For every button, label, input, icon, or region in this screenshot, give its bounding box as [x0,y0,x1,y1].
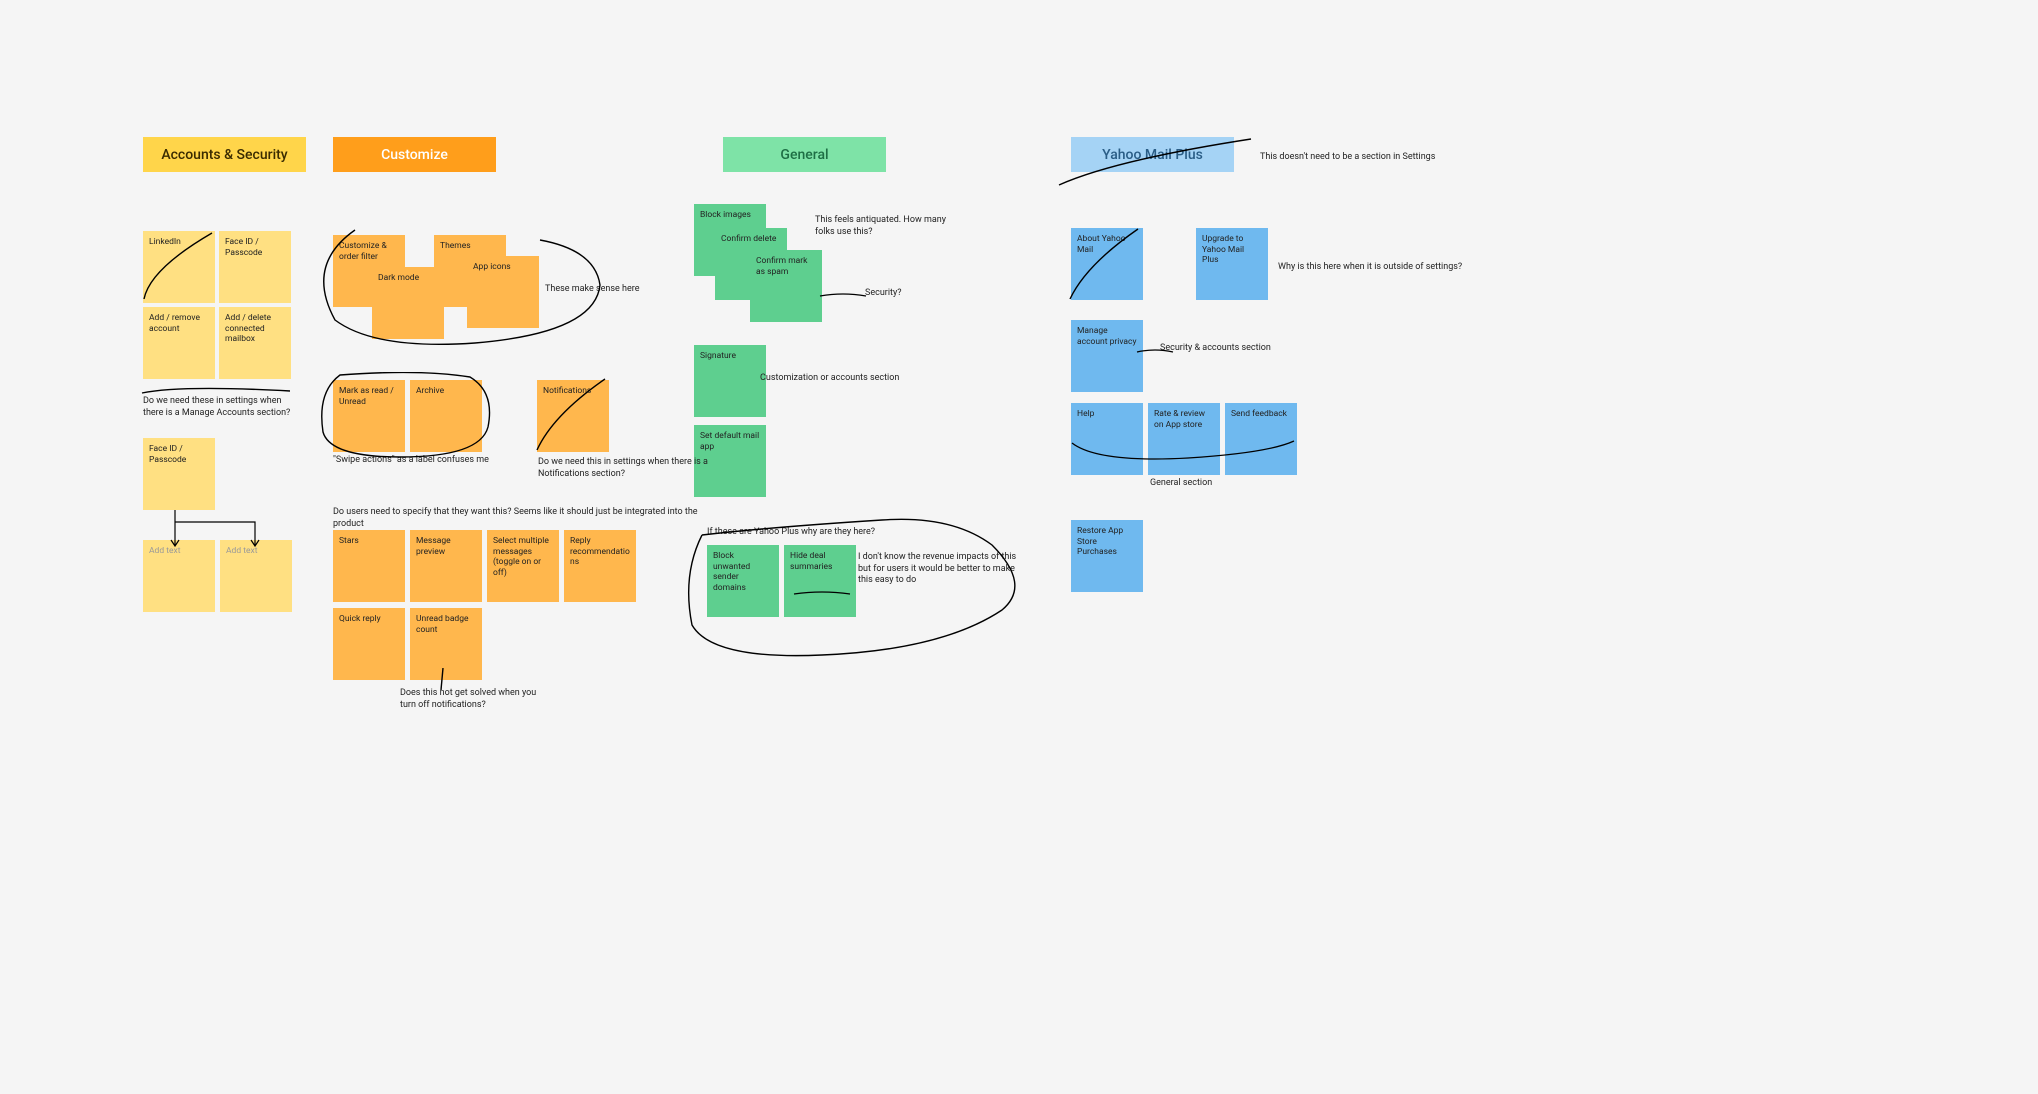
note-reply-recommendations[interactable]: Reply recommendations [564,530,636,602]
note-faceid-passcode-1[interactable]: Face ID / Passcode [219,231,291,303]
note-mark-read-unread[interactable]: Mark as read / Unread [333,380,405,452]
note-add-text-1[interactable]: Add text [143,540,215,612]
note-unread-badge-count[interactable]: Unread badge count [410,608,482,680]
note-hide-deal-summaries[interactable]: Hide deal summaries [784,545,856,617]
annotation-yahoo-plus-here: If these are Yahoo Plus why are they her… [707,527,907,539]
note-restore-purchases[interactable]: Restore App Store Purchases [1071,520,1143,592]
note-add-text-2[interactable]: Add text [220,540,292,612]
annotation-revenue-impacts: I don't know the revenue impacts of this… [858,552,1018,587]
note-upgrade-ymp[interactable]: Upgrade to Yahoo Mail Plus [1196,228,1268,300]
scribble-spam-security [818,290,868,300]
annotation-integrated: Do users need to specify that they want … [333,507,703,530]
note-add-remove-account[interactable]: Add / remove account [143,307,215,379]
note-quick-reply[interactable]: Quick reply [333,608,405,680]
note-message-preview[interactable]: Message preview [410,530,482,602]
annotation-make-sense: These make sense here [545,284,665,296]
note-signature[interactable]: Signature [694,345,766,417]
note-linkedin[interactable]: LinkedIn [143,231,215,303]
header-yahoo-mail-plus[interactable]: Yahoo Mail Plus [1071,137,1234,172]
annotation-outside-settings: Why is this here when it is outside of s… [1278,262,1478,274]
note-block-unwanted-senders[interactable]: Block unwanted sender domains [707,545,779,617]
note-notifications[interactable]: Notifications [537,380,609,452]
annotation-general-section: General section [1150,478,1270,490]
note-confirm-mark-spam[interactable]: Confirm mark as spam [750,250,822,322]
annotation-antiquated: This feels antiquated. How many folks us… [815,215,955,238]
note-help[interactable]: Help [1071,403,1143,475]
note-manage-account-privacy[interactable]: Manage account privacy [1071,320,1143,392]
note-send-feedback[interactable]: Send feedback [1225,403,1297,475]
annotation-manage-accounts: Do we need these in settings when there … [143,396,303,419]
note-rate-review[interactable]: Rate & review on App store [1148,403,1220,475]
header-general[interactable]: General [723,137,886,172]
note-about-yahoo-mail[interactable]: About Yahoo Mail [1071,228,1143,300]
note-stars[interactable]: Stars [333,530,405,602]
header-accounts-security[interactable]: Accounts & Security [143,137,306,172]
annotation-turn-off-notifications: Does this not get solved when you turn o… [400,688,550,711]
note-add-delete-mailbox[interactable]: Add / delete connected mailbox [219,307,291,379]
annotation-security-q: Security? [865,288,945,300]
header-customize[interactable]: Customize [333,137,496,172]
note-dark-mode[interactable]: Dark mode [372,267,444,339]
annotation-security-accounts: Security & accounts section [1160,343,1320,355]
affinity-canvas[interactable]: Accounts & Security Customize General Ya… [0,0,2038,1094]
annotation-swipe-actions: "Swipe actions" as a label confuses me [333,455,533,467]
note-archive[interactable]: Archive [410,380,482,452]
annotation-no-settings-section: This doesn't need to be a section in Set… [1260,152,1460,164]
annotation-notifications-section: Do we need this in settings when there i… [538,457,708,480]
note-select-multiple[interactable]: Select multiple messages (toggle on or o… [487,530,559,602]
note-faceid-passcode-2[interactable]: Face ID / Passcode [143,438,215,510]
note-app-icons[interactable]: App icons [467,256,539,328]
annotation-customization-accounts: Customization or accounts section [760,373,940,385]
